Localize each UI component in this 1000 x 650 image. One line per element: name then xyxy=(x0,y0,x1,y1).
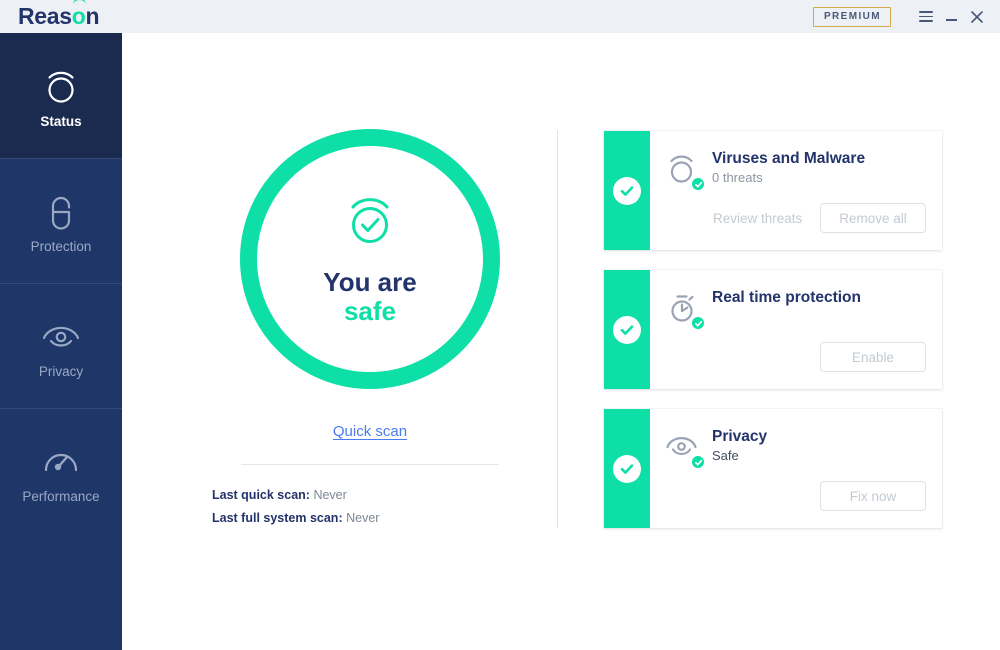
sidebar-item-label: Privacy xyxy=(38,364,84,379)
card-header: Real time protection xyxy=(665,288,926,331)
remove-all-button[interactable]: Remove all xyxy=(820,203,926,233)
fix-now-button[interactable]: Fix now xyxy=(820,481,926,511)
divider-vertical xyxy=(557,130,558,528)
card-text: Real time protection xyxy=(707,288,861,309)
close-icon[interactable] xyxy=(966,0,988,33)
card-viruses-and-malware[interactable]: Viruses and Malware 0 threats Review thr… xyxy=(604,131,942,250)
card-body: Viruses and Malware 0 threats Review thr… xyxy=(650,131,942,250)
card-header: Privacy Safe xyxy=(665,427,926,470)
sidebar-item-status[interactable]: Status xyxy=(0,33,122,158)
check-badge-icon xyxy=(691,455,705,469)
status-cards: Viruses and Malware 0 threats Review thr… xyxy=(604,131,942,528)
app-window: Reas o n PREMIUM Status Protection Priva… xyxy=(0,0,1000,650)
divider-horizontal xyxy=(241,464,499,465)
last-full-scan-row: Last full system scan: Never xyxy=(212,511,540,525)
card-actions: Review threats Remove all xyxy=(665,203,926,233)
eye-icon xyxy=(38,312,84,362)
last-full-scan-label: Last full system scan: xyxy=(212,511,343,525)
sidebar-item-performance[interactable]: Performance xyxy=(0,408,122,533)
card-title: Real time protection xyxy=(712,289,861,306)
gauge-icon xyxy=(39,437,83,487)
quick-scan-link[interactable]: Quick scan xyxy=(200,423,540,440)
eye-icon xyxy=(665,427,707,470)
check-badge-icon xyxy=(691,177,705,191)
window-controls: PREMIUM xyxy=(812,0,1000,33)
card-status-stripe xyxy=(604,270,650,389)
last-full-scan-value: Never xyxy=(346,511,380,525)
card-header: Viruses and Malware 0 threats xyxy=(665,149,926,192)
logo-text-o: o xyxy=(71,3,86,29)
sidebar-item-label: Status xyxy=(40,114,82,129)
card-status-stripe xyxy=(604,131,650,250)
status-ring: You are safe xyxy=(240,129,500,389)
card-subtitle: 0 threats xyxy=(712,170,763,186)
sidebar: Status Protection Privacy Performance xyxy=(0,33,122,650)
shield-check-icon xyxy=(340,191,400,254)
last-quick-scan-row: Last quick scan: Never xyxy=(212,488,540,502)
sidebar-item-label: Protection xyxy=(30,239,92,254)
logo-text-part1: Reas xyxy=(18,3,72,29)
check-circle-icon xyxy=(613,454,641,483)
premium-badge[interactable]: PREMIUM xyxy=(812,6,891,27)
logo-text-part2: n xyxy=(85,3,100,29)
last-quick-scan-value: Never xyxy=(313,488,347,502)
review-threats-link[interactable]: Review threats xyxy=(713,211,802,226)
hamburger-menu-icon[interactable] xyxy=(915,0,937,33)
title-bar: Reas o n PREMIUM xyxy=(0,0,1000,33)
shield-scan-icon xyxy=(665,149,707,192)
status-panel: You are safe Quick scan Last quick scan:… xyxy=(200,129,540,534)
sidebar-item-label: Performance xyxy=(22,489,100,504)
card-body: Privacy Safe Fix now xyxy=(650,409,942,528)
logo-arc-icon xyxy=(73,0,86,5)
scan-history: Last quick scan: Never Last full system … xyxy=(200,488,540,525)
last-quick-scan-label: Last quick scan: xyxy=(212,488,310,502)
app-logo: Reas o n xyxy=(18,3,100,29)
logo-o-letter: o xyxy=(72,5,86,28)
card-text: Privacy Safe xyxy=(707,427,767,463)
check-circle-icon xyxy=(613,176,641,205)
sidebar-item-privacy[interactable]: Privacy xyxy=(0,283,122,408)
lock-icon xyxy=(40,187,82,237)
main-content: You are safe Quick scan Last quick scan:… xyxy=(122,33,1000,650)
minimize-icon[interactable] xyxy=(940,0,962,33)
card-status-stripe xyxy=(604,409,650,528)
card-actions: Enable xyxy=(665,342,926,372)
card-actions: Fix now xyxy=(665,481,926,511)
status-headline-line2: safe xyxy=(343,295,397,326)
enable-button[interactable]: Enable xyxy=(820,342,926,372)
shield-scan-icon xyxy=(40,62,82,112)
check-badge-icon xyxy=(691,316,705,330)
card-title: Viruses and Malware xyxy=(712,150,866,167)
check-circle-icon xyxy=(613,315,641,344)
card-text: Viruses and Malware 0 threats xyxy=(707,149,865,185)
card-privacy[interactable]: Privacy Safe Fix now xyxy=(604,409,942,528)
card-title: Privacy xyxy=(712,428,768,445)
card-real-time-protection[interactable]: Real time protection Enable xyxy=(604,270,942,389)
stopwatch-icon xyxy=(665,288,707,331)
status-headline-line1: You are xyxy=(323,266,417,297)
sidebar-item-protection[interactable]: Protection xyxy=(0,158,122,283)
card-body: Real time protection Enable xyxy=(650,270,942,389)
card-subtitle: Safe xyxy=(712,448,739,464)
